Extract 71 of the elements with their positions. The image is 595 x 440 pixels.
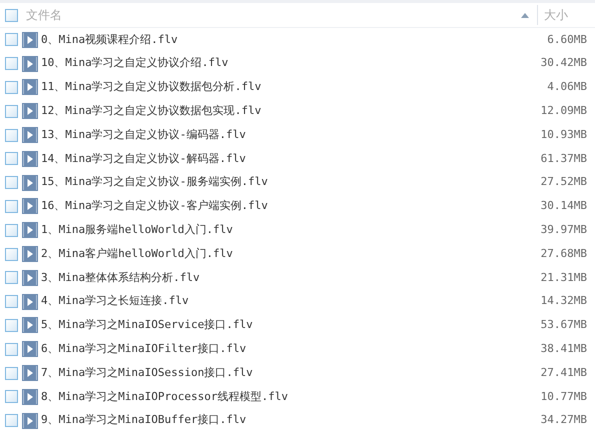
- file-size: 61.37MB: [540, 150, 588, 167]
- file-size: 27.68MB: [540, 246, 588, 262]
- video-file-icon: [22, 294, 38, 310]
- file-size: 34.27MB: [540, 412, 588, 428]
- name-column-header[interactable]: 文件名: [26, 6, 62, 24]
- file-name: 15、Mina学习之自定义协议-服务端实例.flv: [41, 174, 269, 190]
- file-checkbox[interactable]: [5, 342, 18, 356]
- file-size: 10.77MB: [540, 388, 588, 405]
- video-file-icon: [22, 198, 38, 214]
- file-size: 10.93MB: [540, 126, 588, 143]
- file-name: 9、Mina学习之MinaIOBuffer接口.flv: [41, 412, 248, 428]
- file-size: 12.09MB: [540, 103, 588, 120]
- file-size: 27.41MB: [540, 364, 588, 381]
- select-all-checkbox[interactable]: [5, 8, 18, 22]
- file-size: 53.67MB: [540, 317, 588, 334]
- file-name: 7、Mina学习之MinaIOSession接口.flv: [41, 364, 254, 381]
- file-checkbox[interactable]: [5, 414, 18, 428]
- video-file-icon: [22, 174, 38, 191]
- file-size: 21.31MB: [540, 270, 588, 286]
- file-checkbox[interactable]: [5, 57, 18, 70]
- file-name: 10、Mina学习之自定义协议介绍.flv: [41, 55, 230, 72]
- file-checkbox[interactable]: [5, 200, 18, 213]
- video-file-icon: [22, 412, 38, 429]
- file-size: 38.41MB: [540, 341, 588, 357]
- file-name: 11、Mina学习之自定义协议数据包分析.flv: [41, 79, 262, 96]
- file-checkbox[interactable]: [5, 295, 18, 308]
- video-file-icon: [22, 317, 38, 334]
- file-checkbox[interactable]: [5, 33, 18, 46]
- file-size: 27.52MB: [540, 174, 588, 190]
- video-file-icon: [22, 388, 38, 405]
- file-checkbox[interactable]: [5, 271, 18, 284]
- video-file-icon: [22, 270, 38, 286]
- file-name: 12、Mina学习之自定义协议数据包实现.flv: [41, 103, 262, 120]
- file-size: 14.32MB: [540, 293, 588, 310]
- file-checkbox[interactable]: [5, 318, 18, 332]
- file-size: 30.42MB: [540, 55, 588, 72]
- file-checkbox[interactable]: [5, 128, 18, 142]
- video-file-icon: [22, 127, 38, 144]
- file-checkbox[interactable]: [5, 80, 18, 94]
- file-name: 6、Mina学习之MinaIOFilter接口.flv: [41, 341, 248, 357]
- video-file-icon: [22, 341, 38, 358]
- video-file-icon: [22, 32, 38, 48]
- video-file-icon: [22, 103, 38, 120]
- file-name: 13、Mina学习之自定义协议-编码器.flv: [41, 126, 247, 143]
- file-name: 5、Mina学习之MinaIOService接口.flv: [41, 317, 254, 334]
- video-file-icon: [22, 222, 38, 238]
- file-name: 4、Mina学习之长短连接.flv: [41, 293, 190, 310]
- file-checkbox[interactable]: [5, 104, 18, 118]
- video-file-icon: [22, 150, 38, 167]
- file-name: 1、Mina服务端helloWorld入门.flv: [41, 222, 234, 238]
- video-file-icon: [22, 56, 38, 72]
- file-size: 6.60MB: [546, 32, 588, 48]
- video-file-icon: [22, 79, 38, 96]
- video-file-icon: [22, 246, 38, 262]
- file-checkbox[interactable]: [5, 176, 18, 190]
- file-checkbox[interactable]: [5, 366, 18, 380]
- file-name: 0、Mina视频课程介绍.flv: [41, 32, 179, 48]
- file-checkbox[interactable]: [5, 224, 18, 237]
- file-name: 16、Mina学习之自定义协议-客户端实例.flv: [41, 198, 269, 214]
- file-size: 4.06MB: [546, 79, 588, 96]
- file-checkbox[interactable]: [5, 152, 18, 166]
- size-column-header[interactable]: 大小: [537, 5, 595, 25]
- file-name: 3、Mina整体体系结构分析.flv: [41, 270, 201, 286]
- file-size: 39.97MB: [540, 222, 588, 238]
- file-name: 14、Mina学习之自定义协议-解码器.flv: [41, 150, 247, 167]
- file-name: 8、Mina学习之MinaIOProcessor线程模型.flv: [41, 388, 289, 405]
- file-size: 30.14MB: [540, 198, 588, 214]
- file-checkbox[interactable]: [5, 248, 18, 261]
- file-name: 2、Mina客户端helloWorld入门.flv: [41, 246, 234, 262]
- file-checkbox[interactable]: [5, 390, 18, 404]
- video-file-icon: [22, 365, 38, 382]
